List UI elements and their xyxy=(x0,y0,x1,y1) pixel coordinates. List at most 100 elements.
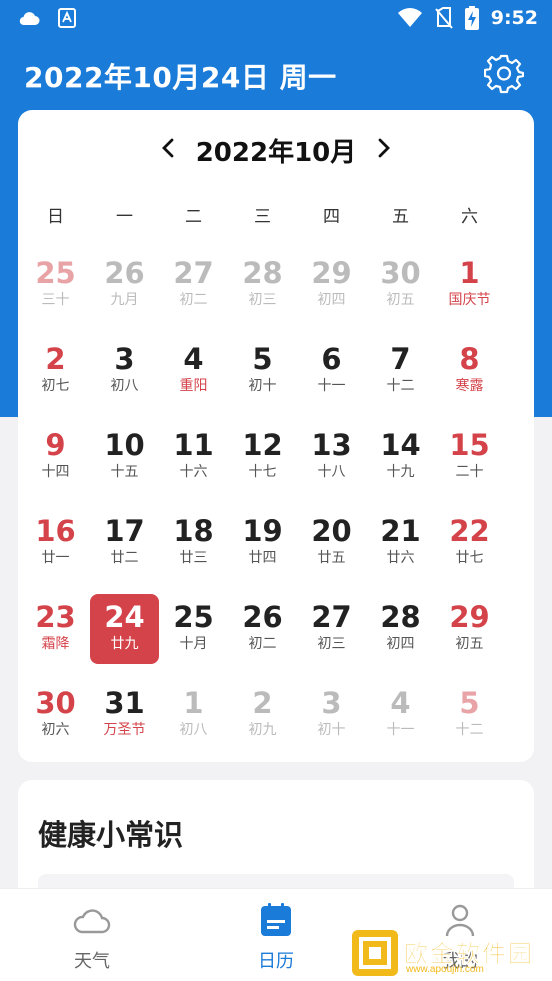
weekday-label: 六 xyxy=(461,207,478,227)
lunar-date: 初六 xyxy=(41,722,70,738)
calendar-day[interactable]: 18 廿三 xyxy=(159,508,228,578)
day-number: 15 xyxy=(449,428,490,462)
calendar-day[interactable]: 31 万圣节 xyxy=(90,680,159,750)
calendar-day[interactable]: 21 廿六 xyxy=(366,508,435,578)
calendar-day[interactable]: 22 廿七 xyxy=(435,508,504,578)
calendar-day[interactable]: 23 霜降 xyxy=(21,594,90,664)
day-number: 13 xyxy=(311,428,352,462)
lunar-date: 九月 xyxy=(110,292,139,308)
calendar-card: 2022年10月 日一二三四五六 25 三十 26 九月 27 初二 28 初三 29 初四 30 初… xyxy=(18,110,534,762)
lunar-date: 十月 xyxy=(179,636,208,652)
lunar-date: 初十 xyxy=(248,378,277,394)
lunar-date: 初二 xyxy=(248,636,277,652)
lunar-date: 十九 xyxy=(386,464,415,480)
day-number: 30 xyxy=(35,686,76,720)
lunar-date: 廿二 xyxy=(110,550,139,566)
calendar-day[interactable]: 2 初七 xyxy=(21,336,90,406)
weekday-label: 四 xyxy=(323,207,340,227)
day-number: 14 xyxy=(380,428,421,462)
calendar-day[interactable]: 29 初四 xyxy=(297,250,366,320)
calendar-day[interactable]: 27 初三 xyxy=(297,594,366,664)
day-number: 29 xyxy=(449,600,490,634)
calendar-day[interactable]: 29 初五 xyxy=(435,594,504,664)
calendar-day[interactable]: 8 寒露 xyxy=(435,336,504,406)
calendar-day[interactable]: 3 初八 xyxy=(90,336,159,406)
watermark-url: www.apoujin.com xyxy=(406,964,484,975)
calendar-day[interactable]: 12 十七 xyxy=(228,422,297,492)
wifi-icon xyxy=(397,8,422,27)
lunar-date: 十五 xyxy=(110,464,139,480)
calendar-day[interactable]: 25 十月 xyxy=(159,594,228,664)
month-label: 2022年10月 xyxy=(195,138,357,168)
tab-calendar-label: 日历 xyxy=(258,951,294,972)
lunar-date: 十二 xyxy=(386,378,415,394)
lunar-date: 廿六 xyxy=(386,550,415,566)
calendar-day[interactable]: 13 十八 xyxy=(297,422,366,492)
weekday-label: 三 xyxy=(254,207,271,227)
calendar-day[interactable]: 30 初五 xyxy=(366,250,435,320)
app-header: 2022年10月24日 周一 xyxy=(0,48,552,102)
lunar-date: 初八 xyxy=(179,722,208,738)
day-number: 29 xyxy=(311,256,352,290)
calendar-day[interactable]: 1 国庆节 xyxy=(435,250,504,320)
weekday-label: 二 xyxy=(185,207,202,227)
watermark-logo-icon xyxy=(352,930,398,976)
day-number: 31 xyxy=(104,686,145,720)
calendar-day[interactable]: 16 廿一 xyxy=(21,508,90,578)
day-number: 22 xyxy=(449,514,490,548)
gear-icon[interactable] xyxy=(484,54,524,94)
calendar-day[interactable]: 3 初十 xyxy=(297,680,366,750)
current-date-title: 2022年10月24日 周一 xyxy=(24,61,337,94)
calendar-day[interactable]: 10 十五 xyxy=(90,422,159,492)
day-number: 9 xyxy=(45,428,66,462)
day-number: 12 xyxy=(242,428,283,462)
lunar-date: 初三 xyxy=(317,636,346,652)
lunar-date: 寒露 xyxy=(455,378,484,394)
calendar-day[interactable]: 28 初三 xyxy=(228,250,297,320)
calendar-day[interactable]: 5 初十 xyxy=(228,336,297,406)
tab-calendar[interactable]: 日历 xyxy=(216,903,336,973)
calendar-day[interactable]: 5 十二 xyxy=(435,680,504,750)
lunar-date: 廿五 xyxy=(317,550,346,566)
day-number: 30 xyxy=(380,256,421,290)
lunar-date: 十七 xyxy=(248,464,277,480)
chevron-right-icon[interactable] xyxy=(370,132,398,164)
calendar-day[interactable]: 1 初八 xyxy=(159,680,228,750)
calendar-day[interactable]: 7 十二 xyxy=(366,336,435,406)
calendar-day[interactable]: 17 廿二 xyxy=(90,508,159,578)
weekday-label: 一 xyxy=(116,207,133,227)
day-number: 2 xyxy=(45,342,66,376)
calendar-day[interactable]: 28 初四 xyxy=(366,594,435,664)
weekday-label: 日 xyxy=(47,207,64,227)
calendar-day[interactable]: 6 十一 xyxy=(297,336,366,406)
day-number: 28 xyxy=(380,600,421,634)
calendar-day[interactable]: 19 廿四 xyxy=(228,508,297,578)
lunar-date: 初七 xyxy=(41,378,70,394)
calendar-day[interactable]: 15 二十 xyxy=(435,422,504,492)
calendar-day[interactable]: 11 十六 xyxy=(159,422,228,492)
calendar-day[interactable]: 14 十九 xyxy=(366,422,435,492)
calendar-day[interactable]: 20 廿五 xyxy=(297,508,366,578)
calendar-day[interactable]: 26 初二 xyxy=(228,594,297,664)
lunar-date: 十一 xyxy=(317,378,346,394)
calendar-day[interactable]: 4 十一 xyxy=(366,680,435,750)
calendar-day[interactable]: 26 九月 xyxy=(90,250,159,320)
day-number: 28 xyxy=(242,256,283,290)
weekday-label: 五 xyxy=(392,207,409,227)
tab-weather[interactable]: 天气 xyxy=(32,903,152,973)
lunar-date: 初三 xyxy=(248,292,277,308)
calendar-day[interactable]: 4 重阳 xyxy=(159,336,228,406)
lunar-date: 初四 xyxy=(386,636,415,652)
app-store-icon xyxy=(58,8,76,28)
calendar-day[interactable]: 27 初二 xyxy=(159,250,228,320)
calendar-day-selected[interactable]: 24 廿九 xyxy=(90,594,159,664)
calendar-day[interactable]: 2 初九 xyxy=(228,680,297,750)
day-number: 6 xyxy=(321,342,342,376)
day-number: 27 xyxy=(173,256,214,290)
lunar-date: 十六 xyxy=(179,464,208,480)
calendar-day[interactable]: 25 三十 xyxy=(21,250,90,320)
lunar-date: 万圣节 xyxy=(103,722,146,738)
day-number: 25 xyxy=(35,256,76,290)
calendar-day[interactable]: 30 初六 xyxy=(21,680,90,750)
calendar-day[interactable]: 9 十四 xyxy=(21,422,90,492)
